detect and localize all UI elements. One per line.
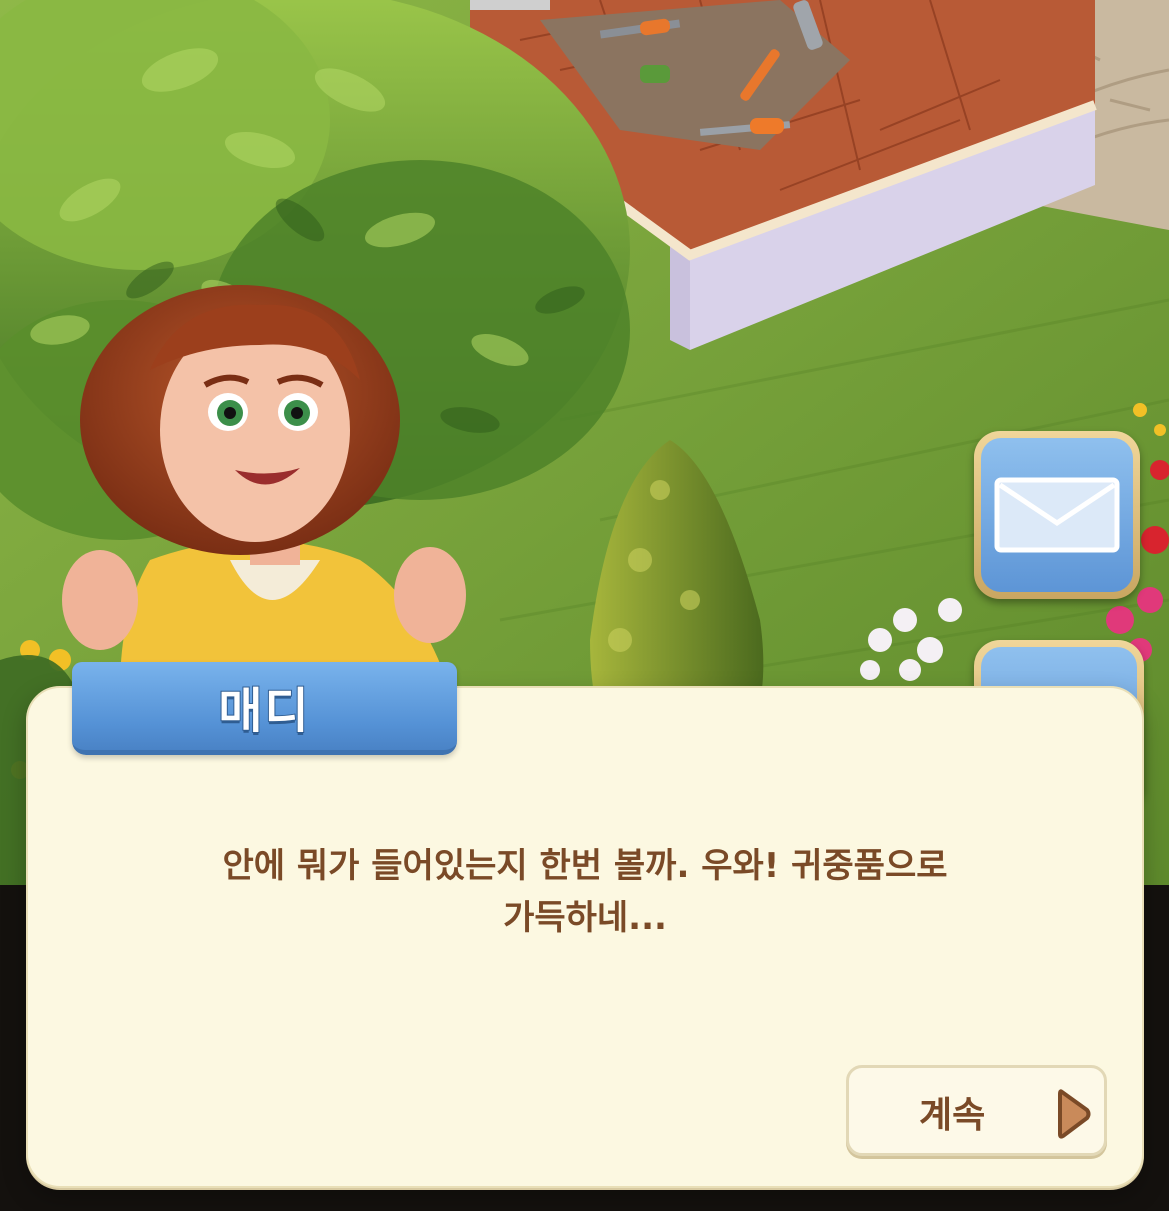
envelope-icon: [994, 477, 1120, 553]
dialog-line: 안에 뭐가 들어있는지 한번 볼까. 우와! 귀중품으로: [222, 846, 948, 886]
speaker-name-tag: 매디: [72, 662, 457, 755]
dialog-line: 가득하네...: [503, 898, 667, 938]
continue-button[interactable]: 계속: [846, 1065, 1107, 1156]
mail-button[interactable]: [974, 431, 1140, 599]
speaker-name: 매디: [217, 682, 311, 740]
dialog-text: 안에 뭐가 들어있는지 한번 볼까. 우와! 귀중품으로 가득하네...: [120, 840, 1050, 944]
play-arrow-icon: [1058, 1089, 1091, 1139]
continue-label: 계속: [919, 1095, 986, 1136]
